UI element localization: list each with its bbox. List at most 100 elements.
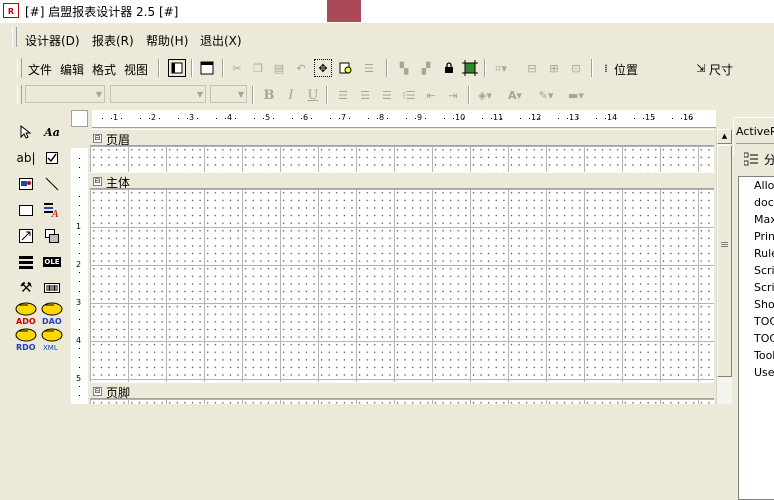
rdo-icon[interactable]: RDO: [14, 328, 38, 352]
menu-help[interactable]: 帮助(H): [146, 32, 188, 49]
send-back-icon[interactable]: ▚: [395, 59, 413, 77]
outdent-icon[interactable]: ⇤: [422, 86, 440, 104]
menu-exit[interactable]: 退出(X): [200, 32, 242, 49]
pointer-icon[interactable]: [16, 122, 36, 142]
rectangle-icon[interactable]: [16, 200, 36, 220]
property-list[interactable]: AllowS docum MaxPa PrintW RulerU Script …: [738, 176, 774, 500]
ruler-tick: [443, 118, 445, 119]
property-item[interactable]: ShowP: [754, 298, 774, 311]
spacing-icon[interactable]: ⊡: [567, 59, 585, 77]
report-design-surface[interactable]: ⊟ 页眉 ⊟ 主体 ⊟ 页脚: [90, 129, 714, 404]
svg-text:XML: XML: [43, 344, 58, 352]
ruler-number: 4: [227, 113, 233, 122]
barcode-icon[interactable]: [16, 252, 36, 272]
paste-icon[interactable]: ▤: [270, 59, 288, 77]
property-item[interactable]: docum: [754, 196, 774, 209]
select-area-icon[interactable]: ✥: [314, 59, 332, 77]
distribute-icon[interactable]: ⊞: [545, 59, 563, 77]
underline-button[interactable]: U: [304, 86, 322, 104]
menu-report[interactable]: 报表(R): [92, 32, 134, 49]
replace-icon[interactable]: ☰: [360, 59, 378, 77]
window-icon[interactable]: [198, 59, 216, 77]
label-icon[interactable]: Aa: [42, 122, 62, 142]
font-size-combo[interactable]: ▼: [210, 85, 247, 103]
checkbox-icon[interactable]: [42, 148, 62, 168]
ole-icon[interactable]: OLE: [42, 252, 62, 272]
align-icon[interactable]: ⊟: [523, 59, 541, 77]
bullets-icon[interactable]: ⁝☰: [400, 86, 418, 104]
richtext-icon[interactable]: A: [42, 200, 62, 220]
ruler-tick: [79, 309, 80, 311]
section-header-bar[interactable]: ⊟ 页眉: [90, 129, 714, 147]
collapse-icon[interactable]: ⊟: [93, 387, 102, 396]
italic-button[interactable]: I: [282, 86, 300, 104]
pagebreak-icon[interactable]: [42, 226, 62, 246]
property-item[interactable]: Script: [754, 264, 774, 277]
copy-icon[interactable]: ❐: [249, 59, 267, 77]
section-detail-grid[interactable]: [90, 189, 714, 382]
menu-designer[interactable]: 设计器(D): [25, 32, 80, 49]
vertical-scrollbar[interactable]: ▲: [716, 129, 732, 404]
scroll-thumb[interactable]: [717, 145, 732, 377]
xml-icon[interactable]: XML: [40, 328, 64, 352]
ruler-tick: [415, 118, 416, 119]
categorized-icon[interactable]: [742, 150, 760, 168]
fill-color-icon[interactable]: ◈▾: [476, 86, 494, 104]
align-center-icon[interactable]: ☰: [356, 86, 374, 104]
fit-icon[interactable]: [461, 59, 479, 77]
font-color-icon[interactable]: A▾: [506, 86, 524, 104]
align-left-icon[interactable]: ☰: [334, 86, 352, 104]
property-item[interactable]: TOC: [754, 315, 774, 328]
find-icon[interactable]: [337, 59, 355, 77]
bold-button[interactable]: B: [260, 86, 278, 104]
bring-front-icon[interactable]: ▞: [417, 59, 435, 77]
view-menu-button[interactable]: 视图: [124, 61, 148, 78]
align-right-icon[interactable]: ☰: [378, 86, 396, 104]
dao-icon[interactable]: DAO: [40, 302, 64, 326]
ado-icon[interactable]: ADO: [14, 302, 38, 326]
barcode2-icon[interactable]: [42, 278, 62, 298]
edit-menu-button[interactable]: 编辑: [60, 61, 84, 78]
scroll-up-icon[interactable]: ▲: [717, 129, 732, 144]
border-style-icon[interactable]: ▬▾: [567, 86, 585, 104]
app-icon[interactable]: R: [3, 3, 19, 18]
ruler-tick: [158, 118, 160, 119]
cut-icon[interactable]: ✂: [228, 59, 246, 77]
chart-icon[interactable]: ⚒: [16, 278, 36, 298]
property-item[interactable]: ToolTi: [754, 349, 774, 362]
size-button[interactable]: 尺寸: [709, 61, 733, 78]
property-item[interactable]: UserD: [754, 366, 774, 379]
collapse-icon[interactable]: ⊟: [93, 134, 102, 143]
alphabetic-button[interactable]: 分: [764, 151, 774, 168]
property-item[interactable]: Script: [754, 281, 774, 294]
picture-icon[interactable]: [16, 174, 36, 194]
section-footer-bar[interactable]: ⊟ 页脚: [90, 382, 714, 400]
lock-icon[interactable]: [440, 59, 458, 77]
subreport-icon[interactable]: [16, 226, 36, 246]
page-view-icon[interactable]: [168, 59, 186, 77]
collapse-icon[interactable]: ⊟: [93, 177, 102, 186]
property-item[interactable]: MaxPa: [754, 213, 774, 226]
property-item[interactable]: PrintW: [754, 230, 774, 243]
line-icon[interactable]: [42, 174, 62, 194]
indent-icon[interactable]: ⇥: [444, 86, 462, 104]
window-title: [#] 启盟报表设计器 2.5 [#]: [25, 5, 179, 19]
textbox-icon[interactable]: ab|: [16, 148, 36, 168]
section-detail-bar[interactable]: ⊟ 主体: [90, 172, 714, 190]
property-item[interactable]: TOC: [754, 332, 774, 345]
ruler-tick: [453, 118, 454, 119]
section-header-grid[interactable]: [90, 146, 714, 172]
ruler-tick: [139, 118, 141, 119]
grid-snap-icon[interactable]: ⌗▾: [492, 59, 510, 77]
position-button[interactable]: 位置: [614, 61, 638, 78]
property-item[interactable]: AllowS: [754, 179, 774, 192]
property-item[interactable]: RulerU: [754, 247, 774, 260]
style-combo[interactable]: ▼: [25, 85, 105, 103]
file-menu-button[interactable]: 文件: [28, 61, 52, 78]
ruler-number: 5: [76, 374, 82, 383]
section-footer-grid[interactable]: [90, 399, 714, 404]
undo-icon[interactable]: ↶: [292, 59, 310, 77]
format-menu-button[interactable]: 格式: [92, 61, 116, 78]
font-name-combo[interactable]: ▼: [110, 85, 206, 103]
line-color-icon[interactable]: ✎▾: [537, 86, 555, 104]
